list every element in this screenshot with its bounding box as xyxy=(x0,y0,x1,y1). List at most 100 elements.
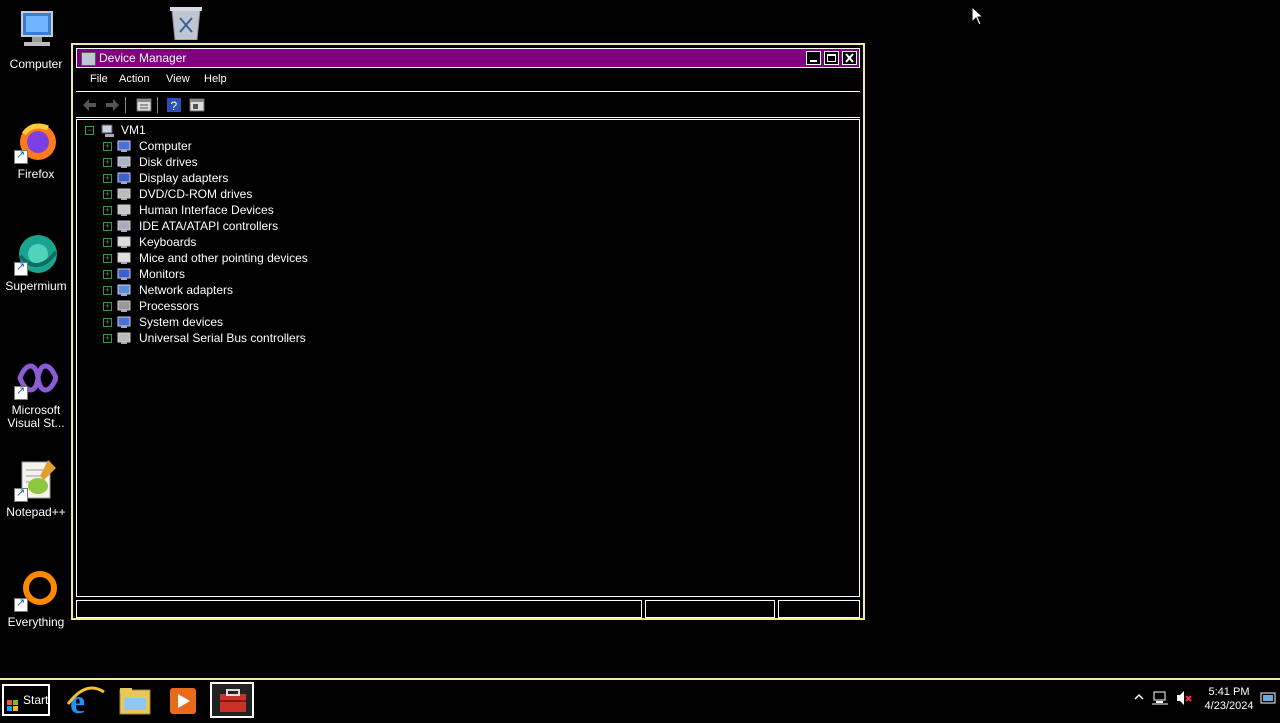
menu-separator xyxy=(76,91,860,92)
status-pane-2 xyxy=(645,600,775,618)
tray-action-center[interactable] xyxy=(1260,692,1276,706)
tree-item[interactable]: + Computer xyxy=(101,138,361,154)
menu-action[interactable]: Action xyxy=(119,73,150,85)
tree-item[interactable]: + System devices xyxy=(101,314,361,330)
tree-item[interactable]: + Human Interface Devices xyxy=(101,202,361,218)
device-manager-icon xyxy=(220,689,246,712)
tree-root[interactable]: − VM1 xyxy=(83,122,203,138)
ide-controller-icon xyxy=(117,219,131,233)
start-label: Start xyxy=(23,693,49,707)
desktop-icon-label: Computer xyxy=(9,57,63,71)
taskbar-file-explorer[interactable] xyxy=(112,682,156,718)
tree-item[interactable]: + Keyboards xyxy=(101,234,361,250)
computer-icon xyxy=(117,139,131,153)
help-icon: ? xyxy=(167,98,181,113)
device-manager-window[interactable]: Device Manager File Action View Help ? −… xyxy=(71,43,865,620)
minimize-button[interactable] xyxy=(806,51,821,65)
tray-volume[interactable] xyxy=(1176,690,1192,706)
tree-item[interactable]: + Display adapters xyxy=(101,170,361,186)
status-pane-main xyxy=(76,600,642,618)
desktop-icon-recycle-bin[interactable] xyxy=(150,4,222,41)
tree-item[interactable]: + Monitors xyxy=(101,266,361,282)
desktop-icon-label: Supermium xyxy=(5,279,67,293)
tree-item[interactable]: + Network adapters xyxy=(101,282,361,298)
file-explorer-icon xyxy=(119,688,151,715)
desktop-icon-everything[interactable]: Everything xyxy=(0,568,72,629)
dvd-drive-icon xyxy=(117,187,131,201)
tree-item[interactable]: + Mice and other pointing devices xyxy=(101,250,361,266)
help-button[interactable]: ? xyxy=(166,97,182,113)
title-bar[interactable]: Device Manager xyxy=(76,48,860,68)
action-center-icon xyxy=(1260,692,1276,704)
tree-item-label: Disk drives xyxy=(139,155,198,169)
expand-icon[interactable]: + xyxy=(103,158,112,167)
toolbar-divider xyxy=(157,97,158,113)
forward-button[interactable] xyxy=(104,97,120,113)
taskbar: Start e 5:41 PM 4/23/2024 xyxy=(0,678,1280,721)
tree-item-label: Mice and other pointing devices xyxy=(139,251,308,265)
view-icon xyxy=(189,98,205,112)
supermium-icon xyxy=(14,232,58,276)
tree-item-label: DVD/CD-ROM drives xyxy=(139,187,253,201)
desktop-icon-label: Firefox xyxy=(17,167,55,181)
display-adapter-icon xyxy=(117,171,131,185)
expand-icon[interactable]: + xyxy=(103,238,112,247)
expand-icon[interactable]: + xyxy=(103,302,112,311)
expand-icon[interactable]: + xyxy=(103,206,112,215)
device-tree[interactable]: − VM1 + Computer + Disk drives + Display adap… xyxy=(76,119,860,597)
desktop-icon-visual-studio[interactable]: Microsoft Visual St... xyxy=(0,356,72,430)
expand-icon[interactable]: + xyxy=(103,270,112,279)
menu-bar: File Action View Help xyxy=(76,70,860,90)
expand-icon[interactable]: + xyxy=(103,286,112,295)
properties-button[interactable] xyxy=(136,97,152,113)
svg-text:?: ? xyxy=(171,99,178,113)
expand-icon[interactable]: + xyxy=(103,190,112,199)
taskbar-clock[interactable]: 5:41 PM 4/23/2024 xyxy=(1200,685,1258,713)
start-button[interactable]: Start xyxy=(2,684,50,716)
tree-item-label: Computer xyxy=(139,139,192,153)
expand-icon[interactable]: + xyxy=(103,334,112,343)
taskbar-media-player[interactable] xyxy=(160,682,204,718)
maximize-icon xyxy=(827,54,836,62)
network-icon xyxy=(1152,691,1168,705)
show-hidden-icons-button[interactable] xyxy=(1133,690,1145,706)
taskbar-internet-explorer[interactable]: e xyxy=(64,682,108,721)
menu-help[interactable]: Help xyxy=(204,73,227,85)
close-button[interactable] xyxy=(842,51,857,65)
view-button[interactable] xyxy=(189,97,205,113)
expand-icon[interactable]: + xyxy=(103,254,112,263)
expand-icon[interactable]: + xyxy=(103,174,112,183)
processor-icon xyxy=(117,299,131,313)
usb-icon xyxy=(117,331,131,345)
menu-view[interactable]: View xyxy=(166,73,190,85)
desktop-icon-notepadpp[interactable]: Notepad++ xyxy=(0,458,72,519)
toolbar: ? xyxy=(76,93,860,117)
menu-file[interactable]: File xyxy=(90,73,108,85)
computer-icon xyxy=(101,123,115,137)
expand-icon[interactable]: + xyxy=(103,222,112,231)
expand-icon[interactable]: + xyxy=(103,318,112,327)
tree-item[interactable]: + Processors xyxy=(101,298,361,314)
tree-item[interactable]: + Disk drives xyxy=(101,154,361,170)
tree-item[interactable]: + Universal Serial Bus controllers xyxy=(101,330,361,346)
device-manager-icon xyxy=(81,52,96,66)
tree-item-label: Monitors xyxy=(139,267,186,281)
taskbar-device-manager[interactable] xyxy=(210,682,254,718)
tree-item[interactable]: + IDE ATA/ATAPI controllers xyxy=(101,218,361,234)
maximize-button[interactable] xyxy=(824,51,839,65)
expand-icon[interactable]: + xyxy=(103,142,112,151)
desktop-icon-computer[interactable]: Computer xyxy=(0,10,72,71)
desktop-icon-supermium[interactable]: Supermium xyxy=(0,232,72,293)
desktop-icon-firefox[interactable]: Firefox xyxy=(0,120,72,181)
tray-network[interactable] xyxy=(1152,690,1168,706)
tree-item[interactable]: + DVD/CD-ROM drives xyxy=(101,186,361,202)
tree-item-label: Processors xyxy=(139,299,200,313)
tree-root-label: VM1 xyxy=(121,123,146,137)
firefox-icon xyxy=(14,120,58,164)
tree-item-label: IDE ATA/ATAPI controllers xyxy=(139,219,279,233)
notepadpp-icon xyxy=(14,458,58,502)
collapse-icon[interactable]: − xyxy=(85,126,94,135)
back-button[interactable] xyxy=(82,97,98,113)
recycle-bin-icon xyxy=(164,4,208,41)
computer-icon xyxy=(14,10,58,54)
